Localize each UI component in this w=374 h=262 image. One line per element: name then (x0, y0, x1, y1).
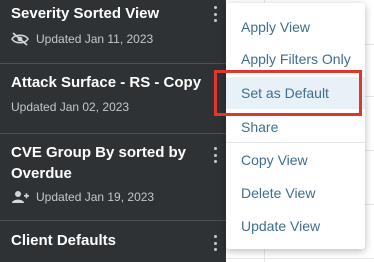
view-updated-row: Updated Jan 19, 2023 (11, 190, 154, 204)
divider (0, 63, 226, 64)
more-options-icon[interactable] (212, 147, 218, 163)
divider (0, 220, 226, 221)
view-updated-text: Updated Jan 11, 2023 (36, 32, 154, 46)
menu-item-copy-view[interactable]: Copy View (226, 144, 365, 176)
more-options-icon[interactable] (212, 6, 218, 22)
divider (0, 133, 226, 134)
view-title: Severity Sorted View (11, 5, 160, 22)
more-options-icon[interactable] (212, 235, 218, 251)
menu-item-share[interactable]: Share (226, 111, 365, 143)
view-title: Attack Surface - RS - Copy (11, 74, 202, 91)
view-updated-row: Updated Jan 02, 2023 (11, 100, 129, 114)
view-updated-text: Updated Jan 19, 2023 (36, 190, 155, 204)
view-options-menu: Apply View Apply Filters Only Set as Def… (226, 3, 365, 249)
menu-item-update-view[interactable]: Update View (226, 210, 365, 242)
person-add-icon (12, 191, 29, 203)
saved-views-list: Severity Sorted View Updated Jan 11, 202… (0, 0, 226, 262)
menu-item-apply-filters-only[interactable]: Apply Filters Only (226, 43, 365, 75)
view-title: Client Defaults (11, 232, 117, 249)
view-updated-row: Updated Jan 11, 2023 (11, 32, 153, 46)
view-updated-text: Updated Jan 02, 2023 (11, 100, 130, 114)
menu-divider (226, 142, 365, 143)
eye-off-icon (11, 32, 29, 46)
menu-item-set-as-default[interactable]: Set as Default (226, 77, 365, 109)
menu-item-delete-view[interactable]: Delete View (226, 177, 365, 209)
menu-item-apply-view[interactable]: Apply View (226, 11, 365, 43)
view-title: CVE Group By sorted by Overdue (11, 144, 187, 182)
